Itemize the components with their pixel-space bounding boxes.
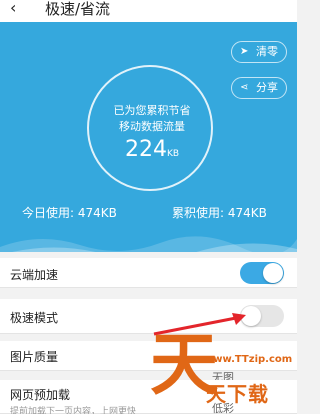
speed-mode-label: 极速模式	[10, 311, 59, 325]
share-label: 分享	[256, 81, 278, 94]
wave-decoration	[0, 236, 297, 252]
send-icon: ➤	[240, 46, 249, 57]
clear-label: 清零	[256, 45, 278, 58]
preload-label: 网页预加载	[10, 388, 71, 402]
savings-line-1: 已为您累积节省	[113, 104, 191, 117]
today-usage: 今日使用: 474KB	[22, 206, 117, 220]
header-bar: ‹ 极速/省流	[0, 0, 297, 22]
clear-button[interactable]: ➤ 清零	[231, 41, 287, 63]
cloud-accel-row: 云端加速	[0, 258, 297, 288]
toggle-knob	[263, 263, 283, 283]
back-chevron-icon[interactable]: ‹	[10, 0, 16, 17]
total-usage: 累积使用: 474KB	[172, 206, 267, 220]
savings-number: 224	[124, 137, 167, 162]
cloud-accel-label: 云端加速	[10, 268, 59, 282]
watermark-name: 天下载	[206, 382, 269, 406]
share-icon: ⋖	[240, 82, 249, 93]
savings-unit: KB	[166, 149, 180, 159]
savings-circle: 已为您累积节省 移动数据流量 224KB	[87, 65, 213, 191]
traffic-summary-panel: ➤ 清零 ⋖ 分享 已为您累积节省 移动数据流量 224KB 今日使用: 474…	[0, 22, 297, 252]
savings-line-2: 移动数据流量	[119, 120, 185, 133]
image-quality-label: 图片质量	[10, 350, 59, 364]
watermark-url: www.TTzip.com	[204, 354, 293, 365]
cloud-accel-toggle[interactable]	[240, 262, 284, 284]
savings-value: 224KB	[89, 137, 215, 162]
page-title: 极速/省流	[45, 0, 111, 18]
preload-sub: 提前加载下一页内容，上网更快	[10, 407, 137, 414]
watermark-logo: 天 www.TTzip.com 天下载	[150, 330, 297, 414]
share-button[interactable]: ⋖ 分享	[231, 77, 287, 99]
speed-mode-row: 极速模式	[0, 299, 297, 334]
